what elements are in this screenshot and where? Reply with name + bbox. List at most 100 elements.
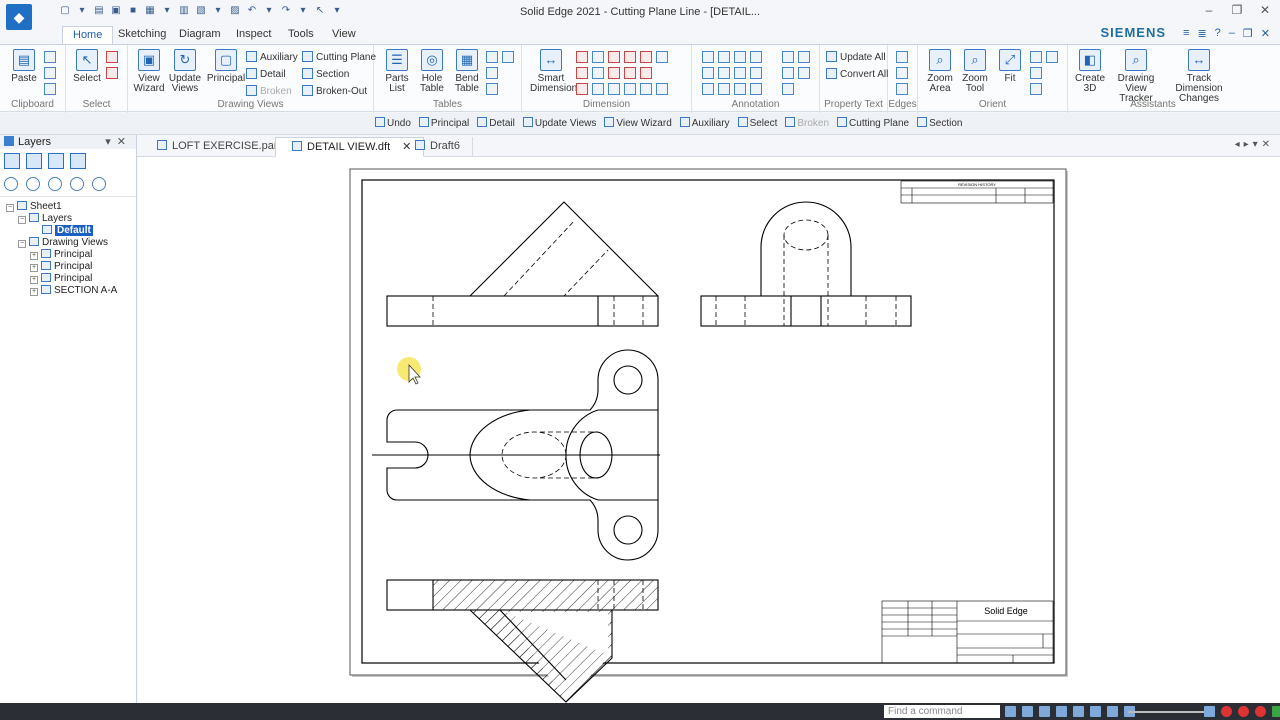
layout-icon[interactable]: ≡ (1183, 27, 1189, 40)
library-tab-icon[interactable] (26, 153, 42, 169)
annotation-tool-icon[interactable] (798, 51, 810, 63)
tab-home[interactable]: Home (62, 26, 114, 44)
zoom-area-icon[interactable] (1022, 706, 1033, 717)
record-icon[interactable] (1221, 706, 1232, 717)
tab-tools[interactable]: Tools (278, 26, 324, 44)
cmd-select[interactable]: Select (737, 117, 777, 129)
table-icon[interactable] (502, 51, 514, 63)
convert-all-button[interactable]: Convert All (826, 68, 888, 80)
tab-sketching[interactable]: Sketching (108, 26, 176, 44)
activate-layer-icon[interactable] (70, 177, 84, 191)
cmd-principal[interactable]: Principal (418, 117, 469, 129)
annotation-tool-icon[interactable] (734, 83, 746, 95)
pathfinder-tab-icon[interactable] (4, 153, 20, 169)
drawing-view-tracker-button[interactable]: ⌕ Drawing View Tracker (1108, 49, 1164, 104)
zoom-slider[interactable] (1128, 711, 1206, 713)
dimension-tool-icon[interactable] (592, 67, 604, 79)
fit-button[interactable]: ⤢ Fit (996, 49, 1024, 84)
hole-table-button[interactable]: ◎ Hole Table (418, 49, 446, 94)
annotation-tool-icon[interactable] (750, 51, 762, 63)
cmd-broken[interactable]: Broken (785, 117, 829, 129)
create-3d-button[interactable]: ◧ Create 3D (1072, 49, 1108, 94)
restore-icon[interactable]: ❐ (1230, 3, 1244, 17)
restore-icon[interactable]: ❐ (1243, 27, 1253, 40)
update-all-button[interactable]: Update All (826, 51, 886, 63)
tree-item-view[interactable]: + Principal (0, 273, 136, 285)
annotation-tool-icon[interactable] (750, 83, 762, 95)
dimension-tool-icon[interactable] (592, 51, 604, 63)
paste-button[interactable]: ▤ Paste (8, 49, 40, 84)
tree-item-layers[interactable]: − Layers (0, 213, 136, 225)
zoom-area-button[interactable]: ⌕ Zoom Area (924, 49, 956, 94)
minimize-icon[interactable]: – (1202, 3, 1216, 17)
dimension-tool-icon[interactable] (608, 51, 620, 63)
section-button[interactable]: Section (302, 68, 349, 80)
tab-diagram[interactable]: Diagram (169, 26, 231, 44)
parts-list-button[interactable]: ☰ Parts List (382, 49, 412, 94)
record-icon[interactable] (1238, 706, 1249, 717)
tree-item-view[interactable]: + SECTION A-A (0, 285, 136, 297)
auxiliary-button[interactable]: Auxiliary (246, 51, 298, 63)
update-views-button[interactable]: ↻ Update Views (168, 49, 202, 94)
pan-icon[interactable] (1073, 706, 1084, 717)
edge-tool-icon[interactable] (896, 67, 908, 79)
zoom-in-icon[interactable] (1204, 706, 1215, 717)
edge-tool-icon[interactable] (896, 51, 908, 63)
format-painter-icon[interactable] (44, 83, 56, 95)
find-command-input[interactable]: Find a command (884, 705, 1000, 718)
layers-tab-icon[interactable] (48, 153, 64, 169)
dimension-tool-icon[interactable] (608, 83, 620, 95)
select-filter-icon[interactable] (106, 51, 118, 63)
view-icon[interactable] (1090, 706, 1101, 717)
annotation-tool-icon[interactable] (782, 67, 794, 79)
view-icon[interactable] (1030, 83, 1042, 95)
annotation-tool-icon[interactable] (718, 83, 730, 95)
dimension-tool-icon[interactable] (576, 51, 588, 63)
learn-icon[interactable]: ≣ (1197, 27, 1206, 40)
cmd-section[interactable]: Section (917, 117, 962, 129)
annotation-tool-icon[interactable] (734, 51, 746, 63)
annotation-tool-icon[interactable] (702, 51, 714, 63)
cutting-plane-button[interactable]: Cutting Plane (302, 51, 376, 63)
fit-icon[interactable] (1056, 706, 1067, 717)
annotation-tool-icon[interactable] (702, 67, 714, 79)
doc-tab-draft6[interactable]: Draft6 (399, 137, 473, 157)
tree-item-default-layer[interactable]: Default (0, 225, 136, 237)
view-wizard-button[interactable]: ▣ View Wizard (132, 49, 166, 94)
close-icon[interactable]: ✕ (1258, 3, 1272, 17)
tab-inspect[interactable]: Inspect (226, 26, 281, 44)
upload-icon[interactable] (1272, 706, 1280, 717)
delete-layer-icon[interactable] (92, 177, 106, 191)
expand-icon[interactable]: + (30, 252, 38, 260)
tree-item-drawing-views[interactable]: − Drawing Views (0, 237, 136, 249)
tab-navigation[interactable]: ◂▸▾✕ (1235, 139, 1274, 150)
dimension-tool-icon[interactable] (640, 67, 652, 79)
zoom-icon[interactable] (1039, 706, 1050, 717)
dimension-tool-icon[interactable] (656, 83, 668, 95)
annotation-tool-icon[interactable] (734, 67, 746, 79)
copy-icon[interactable] (44, 67, 56, 79)
dimension-tool-icon[interactable] (624, 83, 636, 95)
select-tool-icon[interactable] (106, 67, 118, 79)
bend-table-button[interactable]: ▦ Bend Table (452, 49, 482, 94)
dimension-tool-icon[interactable] (656, 51, 668, 63)
principal-button[interactable]: ▢ Principal (206, 49, 246, 84)
collapse-icon[interactable]: − (6, 204, 14, 212)
doc-tab-loft-exercise[interactable]: LOFT EXERCISE.par (141, 137, 291, 157)
new-layer-icon[interactable] (4, 177, 18, 191)
table-icon[interactable] (486, 51, 498, 63)
tab-view[interactable]: View (322, 26, 366, 44)
broken-out-button[interactable]: Broken-Out (302, 85, 367, 97)
help-icon[interactable]: ? (1215, 27, 1221, 40)
help-tab-icon[interactable] (70, 153, 86, 169)
sheet-icon[interactable] (1107, 706, 1118, 717)
panel-controls[interactable]: ▾✕ (105, 135, 132, 149)
view-icon[interactable] (1030, 67, 1042, 79)
expand-icon[interactable]: + (30, 288, 38, 296)
minimize-icon[interactable]: – (1229, 27, 1235, 40)
show-layer-icon[interactable] (26, 177, 40, 191)
table-icon[interactable] (486, 67, 498, 79)
dimension-tool-icon[interactable] (576, 83, 588, 95)
annotation-tool-icon[interactable] (782, 83, 794, 95)
broken-button[interactable]: Broken (246, 85, 292, 97)
